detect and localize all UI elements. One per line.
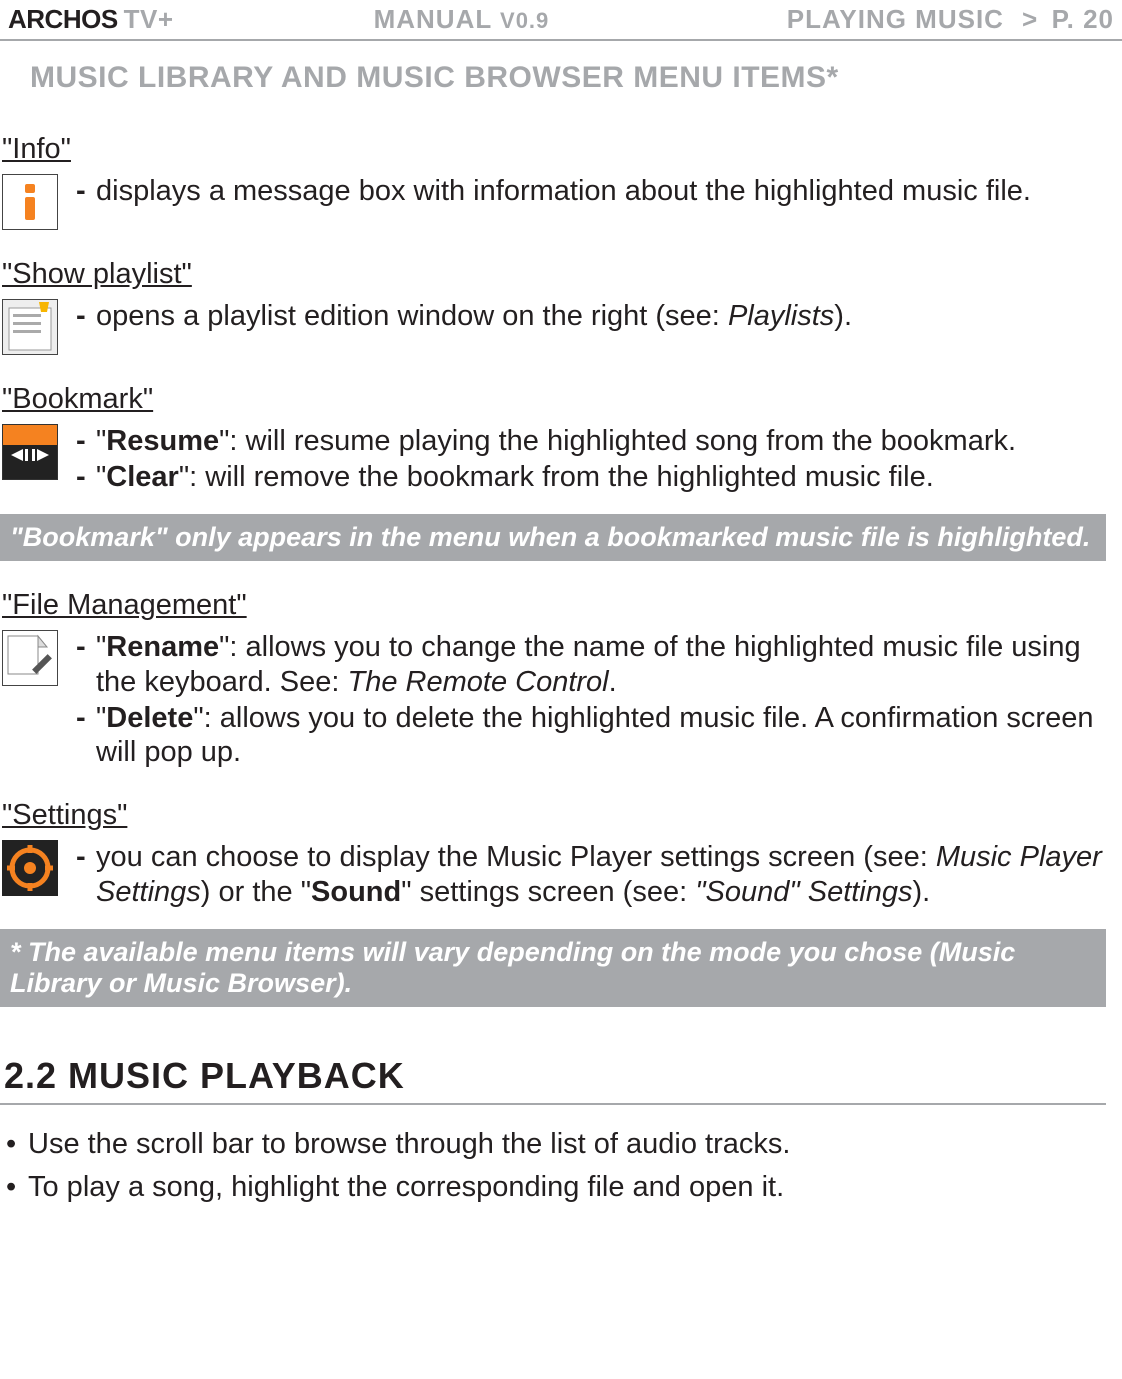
settings-icon [2,840,58,896]
dash: - [76,460,88,494]
note-bookmark: "Bookmark" only appears in the menu when… [0,514,1106,561]
page-header: ARCHOS TV+ MANUAL V0.9 PLAYING MUSIC > P… [0,0,1122,41]
bookmark-clear-text: "Clear": will remove the bookmark from t… [96,460,934,494]
bookmark-resume-text: "Resume": will resume playing the highli… [96,424,1016,458]
section-title: MUSIC LIBRARY AND MUSIC BROWSER MENU ITE… [0,41,1122,95]
heading-settings: "Settings" [0,771,1106,840]
playback-bullet-1: Use the scroll bar to browse through the… [28,1125,790,1164]
file-rename-text: "Rename": allows you to change the name … [96,630,1106,698]
dash: - [76,701,88,769]
page-number: P. 20 [1052,4,1114,35]
manual-text: MANUAL [374,4,492,34]
heading-info: "Info" [0,105,1106,174]
logo-sub: TV+ [124,4,174,35]
bookmark-icon [2,424,58,480]
logo-text: ARCHOS [8,4,118,35]
dash: - [76,630,88,698]
manual-version: V0.9 [500,8,549,33]
dash: - [76,424,88,458]
breadcrumb-sep: > [1022,4,1038,35]
heading-show-playlist: "Show playlist" [0,230,1106,299]
manual-label: MANUAL V0.9 [374,4,550,35]
info-text: displays a message box with information … [96,174,1031,208]
chapter-heading: 2.2 MUSIC PLAYBACK [0,1055,1106,1105]
chapter-label: PLAYING MUSIC [787,4,1004,35]
show-playlist-text: opens a playlist edition window on the r… [96,299,852,333]
heading-file-mgmt: "File Management" [0,561,1106,630]
bullet: • [6,1125,28,1164]
heading-bookmark: "Bookmark" [0,355,1106,424]
file-mgmt-icon [2,630,58,686]
info-icon [2,174,58,230]
file-delete-text: "Delete": allows you to delete the highl… [96,701,1106,769]
note-star: * The available menu items will vary dep… [0,929,1106,1007]
playback-bullet-2: To play a song, highlight the correspond… [28,1168,784,1207]
dash: - [76,840,88,908]
playlist-icon [2,299,58,355]
dash: - [76,174,88,208]
settings-text: you can choose to display the Music Play… [96,840,1106,908]
dash: - [76,299,88,333]
bullet: • [6,1168,28,1207]
brand-logo: ARCHOS TV+ [8,4,174,35]
